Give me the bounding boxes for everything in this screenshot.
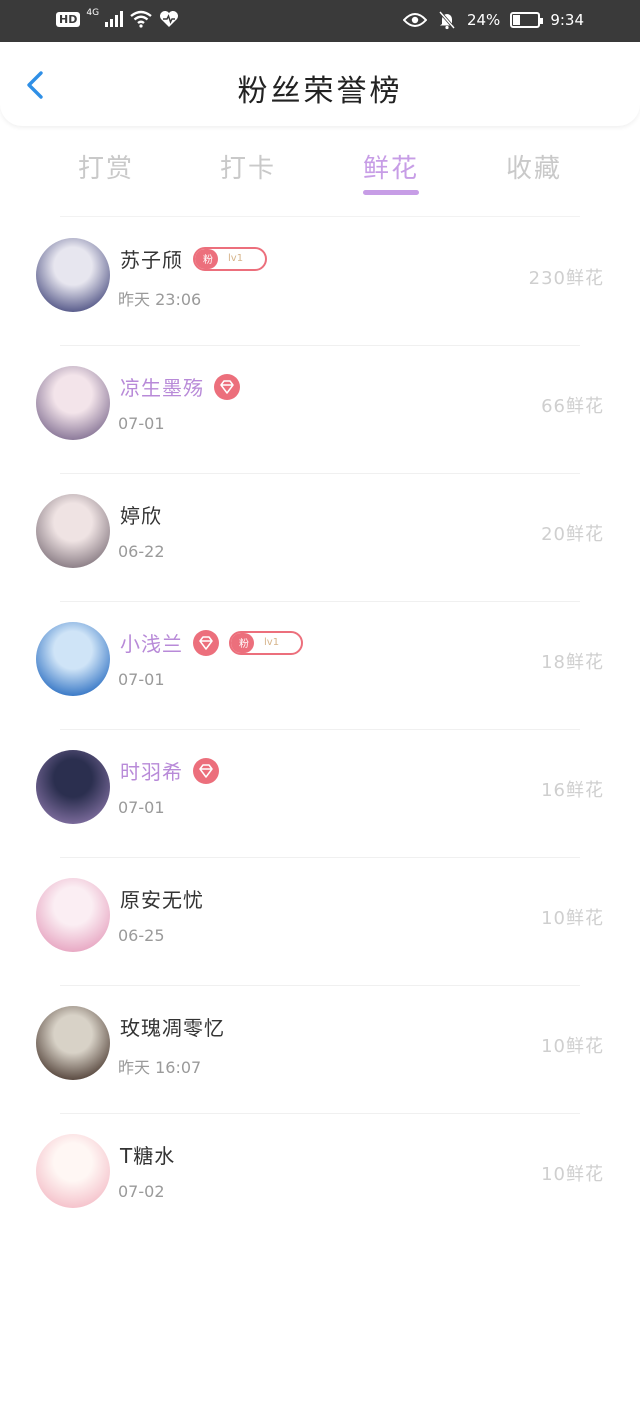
hd-badge: HD [56, 11, 81, 27]
tab-bar: 打赏 打卡 鲜花 收藏 [0, 140, 640, 200]
list-item[interactable]: 原安无忧 06-25 10鲜花 [0, 858, 640, 986]
name-line: 玫瑰凋零忆 [120, 1012, 225, 1041]
flower-count: 66鲜花 [541, 396, 604, 417]
name-line: 小浅兰 粉 lv1 [120, 628, 304, 657]
fan-level-badge: 粉 lv1 [193, 246, 268, 271]
avatar[interactable] [36, 1006, 110, 1080]
status-bar: HD 4G 24% 9:34 [0, 0, 640, 42]
tab-flowers[interactable]: 鲜花 [341, 148, 441, 185]
gift-time: 07-01 [118, 670, 165, 689]
name-line: 婷欣 [120, 500, 162, 529]
wifi-icon [130, 10, 152, 28]
list-item[interactable]: 苏子颀粉 lv1 昨天 23:06 230鲜花 [0, 218, 640, 346]
tab-checkin[interactable]: 打卡 [198, 148, 298, 185]
fan-ranking-list: 苏子颀粉 lv1 昨天 23:06 230鲜花 凉生墨殇 07-01 66鲜花 婷欣 06-22… [0, 218, 640, 1242]
divider [60, 216, 580, 217]
list-item[interactable]: 时羽希 07-01 16鲜花 [0, 730, 640, 858]
list-item[interactable]: T糖水 07-02 10鲜花 [0, 1114, 640, 1242]
flower-count: 18鲜花 [541, 652, 604, 673]
gift-time: 昨天 16:07 [118, 1058, 202, 1077]
name-line: T糖水 [120, 1140, 175, 1169]
flower-count: 10鲜花 [541, 908, 604, 929]
gift-time: 昨天 23:06 [118, 290, 202, 309]
fan-badge-label: 粉 [231, 632, 254, 653]
tab-tip[interactable]: 打赏 [56, 148, 156, 185]
fan-name: T糖水 [120, 1144, 176, 1168]
avatar[interactable] [36, 494, 110, 568]
network-type: 4G [86, 8, 100, 18]
list-item[interactable]: 玫瑰凋零忆昨天 16:07 10鲜花 [0, 986, 640, 1114]
list-item[interactable]: 婷欣 06-22 20鲜花 [0, 474, 640, 602]
gift-time: 06-25 [118, 926, 165, 945]
page-title: 粉丝荣誉榜 [237, 74, 403, 109]
diamond-icon [214, 373, 240, 400]
signal-icon [105, 11, 124, 27]
diamond-icon [193, 757, 219, 784]
fan-badge-level: lv1 [228, 253, 244, 264]
mute-bell-icon [438, 11, 456, 30]
fan-name: 小浅兰 [120, 632, 183, 656]
battery-icon [510, 12, 544, 28]
eye-icon [402, 13, 427, 27]
avatar[interactable] [36, 750, 110, 824]
status-right: 24% 9:34 [402, 10, 584, 30]
fan-badge-level: lv1 [264, 637, 280, 648]
tab-favorites[interactable]: 收藏 [484, 148, 584, 185]
fan-level-badge: 粉 lv1 [229, 630, 304, 655]
list-item[interactable]: 小浅兰 粉 lv1 07-01 18鲜花 [0, 602, 640, 730]
avatar[interactable] [36, 238, 110, 312]
flower-count: 10鲜花 [541, 1036, 604, 1057]
avatar[interactable] [36, 366, 110, 440]
fan-name: 时羽希 [120, 760, 183, 784]
gift-time: 07-02 [118, 1182, 165, 1201]
fan-name: 原安无忧 [120, 888, 204, 912]
flower-count: 230鲜花 [528, 268, 604, 289]
avatar[interactable] [36, 1134, 110, 1208]
tab-active-indicator [363, 190, 419, 195]
flower-count: 20鲜花 [541, 524, 604, 545]
fan-name: 婷欣 [120, 504, 162, 528]
name-line: 原安无忧 [120, 884, 204, 913]
avatar[interactable] [36, 622, 110, 696]
heart-health-icon [160, 11, 179, 27]
battery-percent: 24% [466, 11, 501, 29]
clock: 9:34 [550, 11, 584, 29]
fan-name: 玫瑰凋零忆 [120, 1016, 225, 1040]
gift-time: 07-01 [118, 414, 165, 433]
page-header: 粉丝荣誉榜 [0, 42, 640, 126]
avatar[interactable] [36, 878, 110, 952]
status-left: HD 4G [56, 8, 179, 28]
fan-badge-label: 粉 [195, 248, 218, 269]
flower-count: 16鲜花 [541, 780, 604, 801]
gift-time: 07-01 [118, 798, 165, 817]
list-item[interactable]: 凉生墨殇 07-01 66鲜花 [0, 346, 640, 474]
name-line: 苏子颀粉 lv1 [120, 244, 268, 273]
fan-name: 苏子颀 [120, 248, 183, 272]
fan-name: 凉生墨殇 [120, 376, 204, 400]
name-line: 凉生墨殇 [120, 372, 240, 401]
gift-time: 06-22 [118, 542, 165, 561]
diamond-icon [193, 629, 219, 656]
flower-count: 10鲜花 [541, 1164, 604, 1185]
name-line: 时羽希 [120, 756, 219, 785]
